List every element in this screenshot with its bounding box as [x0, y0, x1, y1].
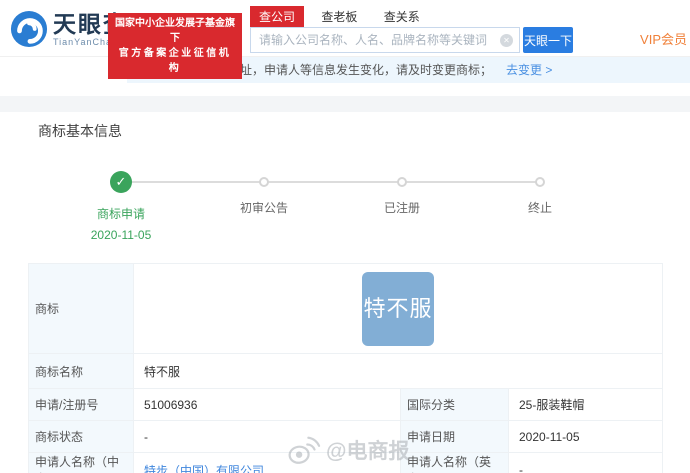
- timeline-step-label: 初审公告: [239, 201, 288, 215]
- row-label: 申请日期: [400, 420, 509, 453]
- page: 天眼查 TianYanCha.com 国家中小企业发展子基金旗下 官方备案企业征…: [0, 0, 690, 473]
- change-trademark-link[interactable]: 去变更 >: [506, 63, 552, 77]
- tab-relation[interactable]: 查关系: [375, 6, 429, 27]
- clear-icon[interactable]: ✕: [500, 34, 513, 47]
- row-value: -: [507, 452, 664, 473]
- row-label: 商标名称: [28, 353, 134, 389]
- timeline-step-registered: 已注册: [337, 171, 467, 216]
- row-label: 申请人名称（中文）: [28, 452, 134, 473]
- tianyancha-eye-icon: [10, 10, 48, 48]
- search-input[interactable]: [250, 27, 520, 53]
- row-label: 国际分类: [400, 388, 509, 421]
- table-row-status: 商标状态 - 申请日期 2020-11-05: [28, 420, 664, 453]
- table-row-trademark-name: 商标名称 特不服: [28, 353, 664, 389]
- notice-row: ·如果商标的注册地址，申请人等信息发生变化，请及时变更商标；去变更 >: [0, 57, 690, 83]
- empty-circle-icon: [259, 177, 269, 187]
- search-button[interactable]: 天眼一下: [523, 27, 573, 53]
- applicant-company-link[interactable]: 特步（中国）有限公司: [144, 464, 264, 473]
- spacer: [0, 83, 690, 96]
- vip-link[interactable]: VIP会员: [640, 29, 687, 48]
- badge-line2: 官方备案企业征信机构: [118, 48, 232, 74]
- row-label: 商标状态: [28, 420, 134, 453]
- table-row-reg-number: 申请/注册号 51006936 国际分类 25-服装鞋帽: [28, 388, 664, 421]
- trademark-status-timeline: ✓ 商标申请 2020-11-05 初审公告 已注册 终止: [0, 171, 690, 251]
- timeline-step-label: 终止: [527, 201, 552, 215]
- tab-company[interactable]: 查公司: [250, 6, 305, 27]
- row-value: 2020-11-05: [507, 420, 664, 453]
- trademark-image[interactable]: 特不服: [362, 271, 434, 346]
- row-value: 51006936: [133, 388, 401, 421]
- section-title: 商标基本信息: [38, 123, 122, 139]
- page-background-band: [0, 96, 690, 112]
- tab-boss[interactable]: 查老板: [312, 6, 366, 27]
- header: 天眼查 TianYanCha.com 国家中小企业发展子基金旗下 官方备案企业征…: [0, 0, 690, 79]
- row-label: 申请/注册号: [28, 388, 134, 421]
- timeline-step-terminated: 终止: [475, 171, 605, 216]
- row-label: 申请人名称（英文）: [400, 452, 509, 473]
- search-tabs: 查公司 查老板 查关系: [250, 6, 573, 27]
- badge-line1: 国家中小企业发展子基金旗下: [115, 18, 235, 44]
- timeline-step-applied: ✓ 商标申请 2020-11-05: [56, 171, 186, 242]
- row-value: 特不服: [132, 353, 664, 389]
- timeline-step-preliminary: 初审公告: [199, 171, 329, 216]
- row-label: 商标: [28, 263, 134, 354]
- timeline-step-label: 商标申请: [96, 207, 145, 221]
- trademark-info-card: 商标基本信息 ✓ 商标申请 2020-11-05 初审公告 已注册 终止 商标 …: [0, 112, 690, 473]
- empty-circle-icon: [535, 177, 545, 187]
- table-row-trademark-image: 商标 特不服: [28, 263, 664, 354]
- timeline-step-date: 2020-11-05: [90, 228, 152, 242]
- certification-badge: 国家中小企业发展子基金旗下 官方备案企业征信机构: [108, 13, 242, 79]
- timeline-step-label: 已注册: [383, 201, 420, 215]
- trademark-info-table: 商标 特不服 商标名称 特不服 申请/注册号 51006936 国际分类 25-…: [28, 263, 664, 473]
- search-block: 查公司 查老板 查关系 ✕ 天眼一下: [250, 6, 573, 53]
- row-value: -: [133, 420, 401, 453]
- empty-circle-icon: [397, 177, 407, 187]
- check-circle-icon: ✓: [110, 171, 132, 193]
- row-value: 25-服装鞋帽: [507, 388, 664, 421]
- table-row-applicant: 申请人名称（中文） 特步（中国）有限公司 申请人名称（英文） -: [28, 452, 664, 473]
